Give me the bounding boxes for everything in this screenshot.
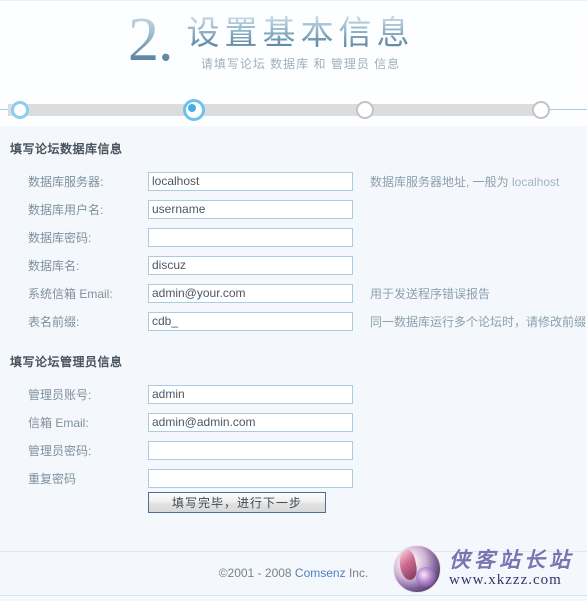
table-row: 管理员密码: [0,436,587,464]
comsenz-link[interactable]: Comsenz [295,566,346,580]
section-spacer [0,335,587,353]
table-row: 数据库服务器: 数据库服务器地址, 一般为 localhost [0,167,587,195]
admin-password-confirm-input[interactable] [148,468,353,488]
install-wizard-page: 2. 设置基本信息 请填写论坛 数据库 和 管理员 信息 填写论坛数据库信息 数… [0,0,587,601]
submit-spacer [0,492,148,513]
field-label: 数据库用户名: [28,202,104,217]
field-input-cell [148,279,360,307]
field-label: 数据库名: [28,258,80,273]
field-input-cell [148,408,360,436]
copyright-suffix: Inc. [345,566,369,580]
submit-cell: 填写完毕，进行下一步 [148,492,360,513]
field-hint [360,464,587,492]
admin-email-input[interactable] [148,412,353,432]
submit-row: 填写完毕，进行下一步 [0,492,587,513]
field-hint [360,436,587,464]
stepper-node-4[interactable] [532,101,550,119]
field-input-cell [148,195,360,223]
field-label: 数据库密码: [28,230,92,245]
stepper-node-3[interactable] [356,101,374,119]
db-name-input[interactable] [148,255,353,275]
table-row: 管理员账号: [0,380,587,408]
field-hint [360,408,587,436]
page-header: 2. 设置基本信息 请填写论坛 数据库 和 管理员 信息 [0,0,587,96]
field-input-cell [148,307,360,335]
field-label: 重复密码 [28,471,77,486]
field-hint [360,380,587,408]
system-email-input[interactable] [148,283,353,303]
admin-username-input[interactable] [148,384,353,404]
field-label: 表名前缀: [28,314,80,329]
table-row: 表名前缀: 同一数据库运行多个论坛时，请修改前缀 [0,307,587,335]
admin-form-body: 管理员账号: 信箱 Email: 管理员密码: [0,380,587,513]
db-password-input[interactable] [148,227,353,247]
table-row: 数据库名: [0,251,587,279]
field-input-cell [148,223,360,251]
stepper-node-2-active[interactable] [183,99,205,121]
table-prefix-input[interactable] [148,311,353,331]
admin-password-input[interactable] [148,440,353,460]
progress-stepper [0,96,587,126]
main-content: 填写论坛数据库信息 数据库服务器: 数据库服务器地址, 一般为 localhos… [0,126,587,551]
table-row: 信箱 Email: [0,408,587,436]
db-user-input[interactable] [148,199,353,219]
field-input-cell [148,436,360,464]
database-form-body: 数据库服务器: 数据库服务器地址, 一般为 localhost 数据库用户名: … [0,167,587,353]
watermark: 侠客站长站 www.xkzzz.com [393,543,587,595]
field-hint: 数据库服务器地址, 一般为 localhost [360,167,587,195]
field-label: 系统信箱 Email: [28,286,113,301]
field-hint [360,251,587,279]
field-hint [360,223,587,251]
field-input-cell [148,380,360,408]
section-title-database: 填写论坛数据库信息 [10,142,123,156]
field-input-cell [148,251,360,279]
title-block: 设置基本信息 请填写论坛 数据库 和 管理员 信息 [187,9,415,72]
stepper-node-1[interactable] [11,101,29,119]
admin-form: 管理员账号: 信箱 Email: 管理员密码: [0,380,587,513]
field-label: 管理员账号: [28,387,92,402]
field-label: 信箱 Email: [28,415,89,430]
table-row: 重复密码 [0,464,587,492]
field-input-cell [148,167,360,195]
submit-hint-cell [360,492,587,513]
page-subtitle: 请填写论坛 数据库 和 管理员 信息 [200,57,401,71]
database-form: 数据库服务器: 数据库服务器地址, 一般为 localhost 数据库用户名: … [0,167,587,353]
field-label: 数据库服务器: [28,174,104,189]
watermark-text: 侠客站长站 www.xkzzz.com [449,549,574,589]
field-hint-text: 数据库服务器地址, 一般为 [370,174,513,189]
field-hint [360,195,587,223]
table-row: 系统信箱 Email: 用于发送程序错误报告 [0,279,587,307]
step-numeral: 2. [128,9,187,71]
field-label: 管理员密码: [28,443,92,458]
watermark-url: www.xkzzz.com [449,572,562,589]
field-input-cell [148,464,360,492]
field-hint-mono: localhost [512,174,560,189]
watermark-site-name: 侠客站长站 [449,548,574,573]
stepper-track [8,104,541,116]
field-hint: 同一数据库运行多个论坛时，请修改前缀 [370,314,587,329]
field-hint: 用于发送程序错误报告 [370,286,491,301]
next-step-button[interactable]: 填写完毕，进行下一步 [148,492,326,513]
copyright-prefix: ©2001 - 2008 [218,566,295,580]
table-row: 数据库用户名: [0,195,587,223]
page-title: 设置基本信息 [186,14,415,51]
watermark-logo-icon [393,545,441,593]
db-host-input[interactable] [148,171,353,191]
header-inner: 2. 设置基本信息 请填写论坛 数据库 和 管理员 信息 [128,9,415,72]
section-title-admin: 填写论坛管理员信息 [10,355,123,369]
table-row: 数据库密码: [0,223,587,251]
